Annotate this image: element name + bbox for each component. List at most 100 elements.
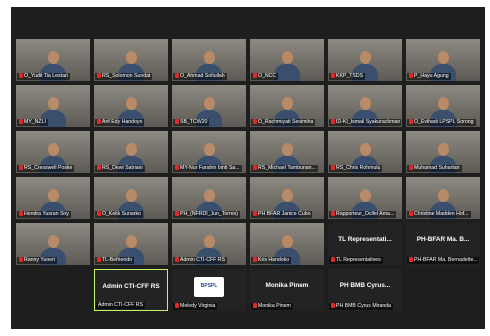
participant-tile[interactable]: Muhamad Suhartan <box>406 131 480 173</box>
participant-tile[interactable]: Arif Edy Handoyo <box>94 85 168 127</box>
participant-tile[interactable]: Hendra Yusran Siry <box>16 177 90 219</box>
participant-name: RS_Michael Tambunan... <box>258 165 316 171</box>
participant-tile[interactable]: Monika Pinem Monika Pinem <box>250 269 324 311</box>
participant-name-label: TL-Befriendo <box>95 257 134 264</box>
mic-muted-icon <box>253 119 257 124</box>
participant-name: Melody Virginia <box>180 303 216 309</box>
participant-tile[interactable]: O_Yudit Tia Lestari <box>16 39 90 81</box>
mic-muted-icon <box>97 211 101 216</box>
mic-muted-icon <box>409 165 413 170</box>
participant-name: Rapporteur_Ocifel Ama... <box>336 211 395 217</box>
participant-tile[interactable]: RS_Chris Rohmulu <box>328 131 402 173</box>
participant-tile[interactable]: TL-Befriendo <box>94 223 168 265</box>
participant-name: O_Evihadi LPSPL Sorong <box>414 119 474 125</box>
participant-tile[interactable]: Admin CTI-CFF RS Admin CTI-CFF RS <box>94 269 168 311</box>
participant-tile[interactable]: PH_(NFRDI_Jun_Torres) <box>172 177 246 219</box>
mic-muted-icon <box>331 303 335 308</box>
participant-name-label: P_Hayu Agung <box>407 73 451 80</box>
participant-tile[interactable]: O_Ahmad Sofiullah <box>172 39 246 81</box>
participant-tile[interactable]: Admin CTI-CFF RS <box>172 223 246 265</box>
participant-tile[interactable]: PH-BFAR Ma. B... PH-BFAR Ma. Bernadette..… <box>406 223 480 265</box>
participant-tile[interactable]: ID-KI_Ismail Syakurachman <box>328 85 402 127</box>
participant-name-label: Melody Virginia <box>173 303 218 310</box>
participant-name-label: Christine Madden Hof... <box>407 211 471 218</box>
participant-name-label: SB_TCW20 <box>173 119 210 126</box>
participant-name-label: O_Kelik Sunarko <box>95 211 143 218</box>
mic-muted-icon <box>97 119 101 124</box>
participant-tile[interactable]: O_Kelik Sunarko <box>94 177 168 219</box>
participant-name-label: Muhamad Suhartan <box>407 165 462 172</box>
participant-tile[interactable]: RS_Michael Tambunan... <box>250 131 324 173</box>
participant-name: O_Kelik Sunarko <box>102 211 141 217</box>
participant-tile[interactable]: O_Evihadi LPSPL Sorong <box>406 85 480 127</box>
mic-muted-icon <box>253 211 257 216</box>
mic-muted-icon <box>331 211 335 216</box>
participant-tile[interactable]: MY-Nur Farahin binti Sa... <box>172 131 246 173</box>
participant-tile[interactable]: Christine Madden Hof... <box>406 177 480 219</box>
mic-muted-icon <box>175 73 179 78</box>
mic-muted-icon <box>253 303 257 308</box>
mic-muted-icon <box>19 257 23 262</box>
participant-name: RS_Solomon Sundat <box>102 73 151 79</box>
mic-muted-icon <box>19 165 23 170</box>
mic-muted-icon <box>19 73 23 78</box>
mic-muted-icon <box>97 257 101 262</box>
participant-tile[interactable]: KKP_TSDS <box>328 39 402 81</box>
participant-tile[interactable]: RS_Solomon Sundat <box>94 39 168 81</box>
participant-display-name: PH BMB Cyrus... <box>339 282 391 289</box>
participant-name: P_Hayu Agung <box>414 73 449 79</box>
participant-name-label: KKP_TSDS <box>329 73 366 80</box>
mic-muted-icon <box>331 165 335 170</box>
participant-name: Muhamad Suhartan <box>414 165 460 171</box>
video-gallery: O_Yudit Tia Lestari RS_Solomon Sundat O_Ah… <box>11 7 485 329</box>
participant-name-label: Rapporteur_Ocifel Ama... <box>329 211 397 218</box>
participant-name-label: O_Yudit Tia Lestari <box>17 73 70 80</box>
participant-name-label: PH-BFAR Ma. Bernadette... <box>407 257 479 264</box>
participant-name: MY-Nur Farahin binti Sa... <box>180 165 240 171</box>
participant-name: Arif Edy Handoyo <box>102 119 143 125</box>
mic-muted-icon <box>19 119 23 124</box>
participant-tile[interactable]: BPSPL Melody Virginia <box>172 269 246 311</box>
participant-tile[interactable]: RS_Dewi Satriani <box>94 131 168 173</box>
mic-muted-icon <box>409 73 413 78</box>
participant-tile[interactable]: Rapporteur_Ocifel Ama... <box>328 177 402 219</box>
participant-name-label: Arif Edy Handoyo <box>95 119 145 126</box>
participant-name: SB_TCW20 <box>180 119 208 125</box>
participant-display-name: PH-BFAR Ma. B... <box>416 236 470 243</box>
participant-tile[interactable]: TL Representati... TL Representatives <box>328 223 402 265</box>
participant-name: RS_Cresswell Poske <box>24 165 73 171</box>
participant-tile[interactable]: PH BMB Cyrus... PH BMB Cyrus Miranda <box>328 269 402 311</box>
mic-muted-icon <box>97 165 101 170</box>
participant-name-label: O_Evihadi LPSPL Sorong <box>407 119 476 126</box>
participant-name: PH_(NFRDI_Jun_Torres) <box>180 211 238 217</box>
participant-tile[interactable]: Kris Handoko <box>250 223 324 265</box>
participant-name: Hendra Yusran Siry <box>24 211 69 217</box>
participant-name-label: Admin CTI-CFF RS <box>173 257 227 264</box>
participant-name-label: ID-KI_Ismail Syakurachman <box>329 119 401 126</box>
organization-logo: BPSPL <box>194 277 224 297</box>
participant-tile[interactable]: SB_TCW20 <box>172 85 246 127</box>
participant-display-name: Monika Pinem <box>265 282 309 289</box>
mic-muted-icon <box>175 119 179 124</box>
participant-name: RS_Dewi Satriani <box>102 165 143 171</box>
participant-tile[interactable]: O_NCC <box>250 39 324 81</box>
participant-name-label: O_Rachmiyati Sesimiha <box>251 119 316 126</box>
participant-name-label: PH_(NFRDI_Jun_Torres) <box>173 211 240 218</box>
participant-name: O_Ahmad Sofiullah <box>180 73 225 79</box>
participant-name-label: Admin CTI-CFF RS <box>96 302 145 309</box>
participant-tile[interactable]: O_Rachmiyati Sesimiha <box>250 85 324 127</box>
participant-tile[interactable]: Ranny Yuneri <box>16 223 90 265</box>
participant-tile[interactable]: PH BFAR Janice Cubo <box>250 177 324 219</box>
participant-name: PH BFAR Janice Cubo <box>258 211 311 217</box>
mic-muted-icon <box>97 73 101 78</box>
participant-name: PH-BFAR Ma. Bernadette... <box>414 257 478 263</box>
participant-tile[interactable]: P_Hayu Agung <box>406 39 480 81</box>
participant-name: TL-Befriendo <box>102 257 132 263</box>
participant-tile[interactable]: RS_Cresswell Poske <box>16 131 90 173</box>
mic-muted-icon <box>331 73 335 78</box>
participant-tile[interactable]: MY_NZLI <box>16 85 90 127</box>
participant-name: Christine Madden Hof... <box>414 211 469 217</box>
participant-name-label: TL Representatives <box>329 257 383 264</box>
participant-name: O_Rachmiyati Sesimiha <box>258 119 314 125</box>
mic-muted-icon <box>19 211 23 216</box>
